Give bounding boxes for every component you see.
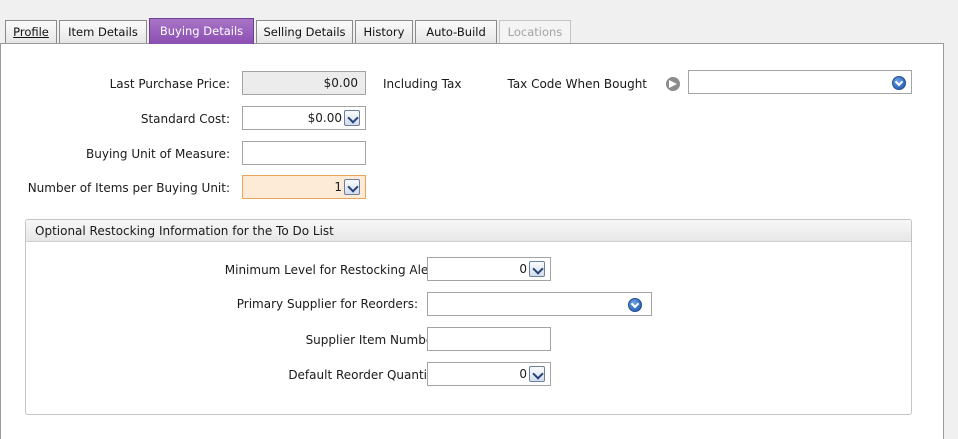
supplier-item-number-label: Supplier Item Number:: [305, 333, 442, 347]
restocking-group: Optional Restocking Information for the …: [25, 219, 912, 415]
items-per-buying-unit-field[interactable]: 1: [242, 175, 366, 199]
minimum-level-field[interactable]: 0: [427, 257, 551, 281]
standard-cost-label: Standard Cost:: [140, 112, 230, 126]
tab-buying-details-label: Buying Details: [159, 24, 244, 38]
tax-code-when-bought-label: Tax Code When Bought: [507, 77, 647, 91]
tab-profile-label: Profile: [13, 25, 49, 39]
tab-auto-build[interactable]: Auto-Build: [415, 20, 497, 43]
buying-unit-of-measure-label: Buying Unit of Measure:: [86, 147, 230, 161]
tax-code-combo-icon[interactable]: [892, 76, 906, 90]
buying-unit-of-measure-field[interactable]: [242, 141, 366, 165]
tab-item-details[interactable]: Item Details: [59, 20, 147, 43]
tab-selling-details[interactable]: Selling Details: [256, 20, 353, 43]
items-per-buying-unit-value: 1: [334, 180, 342, 194]
tab-selling-details-label: Selling Details: [263, 25, 346, 39]
tab-history[interactable]: History: [355, 20, 413, 43]
tab-item-details-label: Item Details: [68, 25, 138, 39]
including-tax-label: Including Tax: [383, 77, 462, 91]
tab-locations: Locations: [499, 20, 571, 43]
items-per-buying-unit-label: Number of Items per Buying Unit:: [27, 181, 230, 195]
supplier-item-number-field[interactable]: [427, 327, 551, 351]
chevron-down-icon[interactable]: [344, 109, 360, 126]
chevron-down-icon[interactable]: [529, 260, 545, 277]
tab-bar: Profile Item Details Buying Details Sell…: [0, 0, 958, 44]
primary-supplier-label: Primary Supplier for Reorders:: [236, 297, 418, 311]
default-reorder-quantity-value: 0: [519, 367, 527, 381]
chevron-down-icon[interactable]: [344, 178, 360, 195]
last-purchase-price-field: $0.00: [242, 71, 366, 95]
tab-buying-details[interactable]: Buying Details: [149, 18, 254, 44]
standard-cost-field[interactable]: $0.00: [242, 106, 366, 130]
chevron-down-icon[interactable]: [529, 365, 545, 382]
last-purchase-price-label: Last Purchase Price:: [109, 77, 230, 91]
last-purchase-price-value: $0.00: [323, 76, 358, 90]
tab-history-label: History: [363, 25, 405, 39]
tab-locations-label: Locations: [507, 25, 563, 39]
restocking-group-title: Optional Restocking Information for the …: [26, 220, 911, 242]
buying-details-panel: Last Purchase Price: $0.00 Including Tax…: [0, 43, 944, 439]
tab-auto-build-label: Auto-Build: [426, 25, 486, 39]
standard-cost-value: $0.00: [307, 111, 342, 125]
tax-code-arrow-icon[interactable]: [666, 77, 680, 91]
primary-supplier-combo[interactable]: [427, 292, 652, 316]
default-reorder-quantity-field[interactable]: 0: [427, 362, 551, 386]
minimum-level-label: Minimum Level for Restocking Alert:: [224, 263, 442, 277]
primary-supplier-combo-icon[interactable]: [628, 298, 642, 312]
tab-profile[interactable]: Profile: [5, 20, 57, 43]
default-reorder-quantity-label: Default Reorder Quantity:: [288, 368, 442, 382]
minimum-level-value: 0: [519, 262, 527, 276]
tax-code-when-bought-combo[interactable]: [688, 70, 912, 94]
